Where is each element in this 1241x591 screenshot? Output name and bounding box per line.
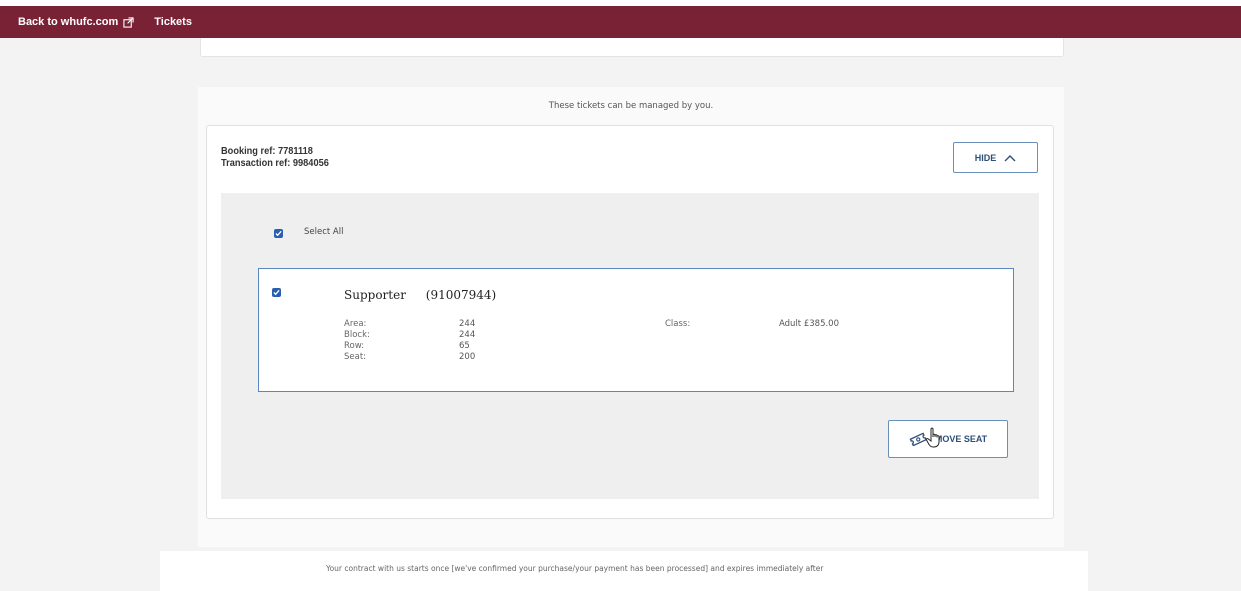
checkmark-icon	[275, 230, 282, 237]
tickets-nav-link[interactable]: Tickets	[154, 16, 192, 28]
ticket-field-values: 244 244 65 200	[459, 319, 475, 363]
select-all-checkbox[interactable]	[274, 229, 283, 238]
checkmark-icon	[273, 289, 280, 296]
booking-ref: Booking ref: 7781118	[221, 145, 313, 157]
row-label: Row:	[344, 341, 365, 351]
ticket-checkbox[interactable]	[272, 288, 281, 297]
back-to-site-link[interactable]: Back to whufc.com	[18, 16, 134, 28]
area-label: Area:	[344, 319, 367, 329]
chevron-up-icon	[1004, 154, 1016, 161]
move-seat-button[interactable]: MOVE SEAT	[888, 420, 1008, 458]
contract-text: Your contract with us starts once [we've…	[326, 564, 824, 573]
footer-card: Your contract with us starts once [we've…	[160, 551, 1088, 591]
managed-tickets-panel: These tickets can be managed by you. Boo…	[198, 87, 1064, 547]
ticket-title: Supporter (91007944)	[344, 288, 496, 302]
class-value: Adult £385.00	[779, 319, 839, 329]
transaction-ref: Transaction ref: 9984056	[221, 157, 329, 169]
hide-button[interactable]: HIDE	[953, 142, 1038, 173]
hide-button-label: HIDE	[974, 152, 997, 163]
hand-cursor-icon	[925, 427, 940, 448]
select-all-label: Select All	[304, 227, 344, 237]
ticket-list-area: Select All Supporter (91007944) Area: Bl…	[221, 193, 1039, 499]
back-link-label: Back to whufc.com	[18, 16, 119, 28]
seat-value: 200	[459, 352, 476, 362]
booking-card: Booking ref: 7781118 Transaction ref: 99…	[206, 125, 1054, 519]
previous-card	[200, 38, 1064, 57]
managed-note: These tickets can be managed by you.	[548, 101, 714, 111]
block-value: 244	[459, 330, 476, 340]
booking-refs: Booking ref: 7781118 Transaction ref: 99…	[221, 145, 329, 169]
ticket-id: (91007944)	[425, 288, 497, 302]
top-navigation-bar: Back to whufc.com Tickets	[0, 0, 1241, 38]
block-label: Block:	[344, 330, 370, 340]
row-value: 65	[459, 341, 470, 351]
seat-label: Seat:	[344, 352, 367, 362]
ticket-field-labels: Area: Block: Row: Seat:	[344, 319, 370, 363]
ticket-card[interactable]: Supporter (91007944) Area: Block: Row: S…	[258, 268, 1014, 392]
class-label: Class:	[665, 319, 691, 329]
ticket-type: Supporter	[344, 288, 406, 302]
area-value: 244	[459, 319, 476, 329]
external-link-icon	[123, 16, 134, 28]
